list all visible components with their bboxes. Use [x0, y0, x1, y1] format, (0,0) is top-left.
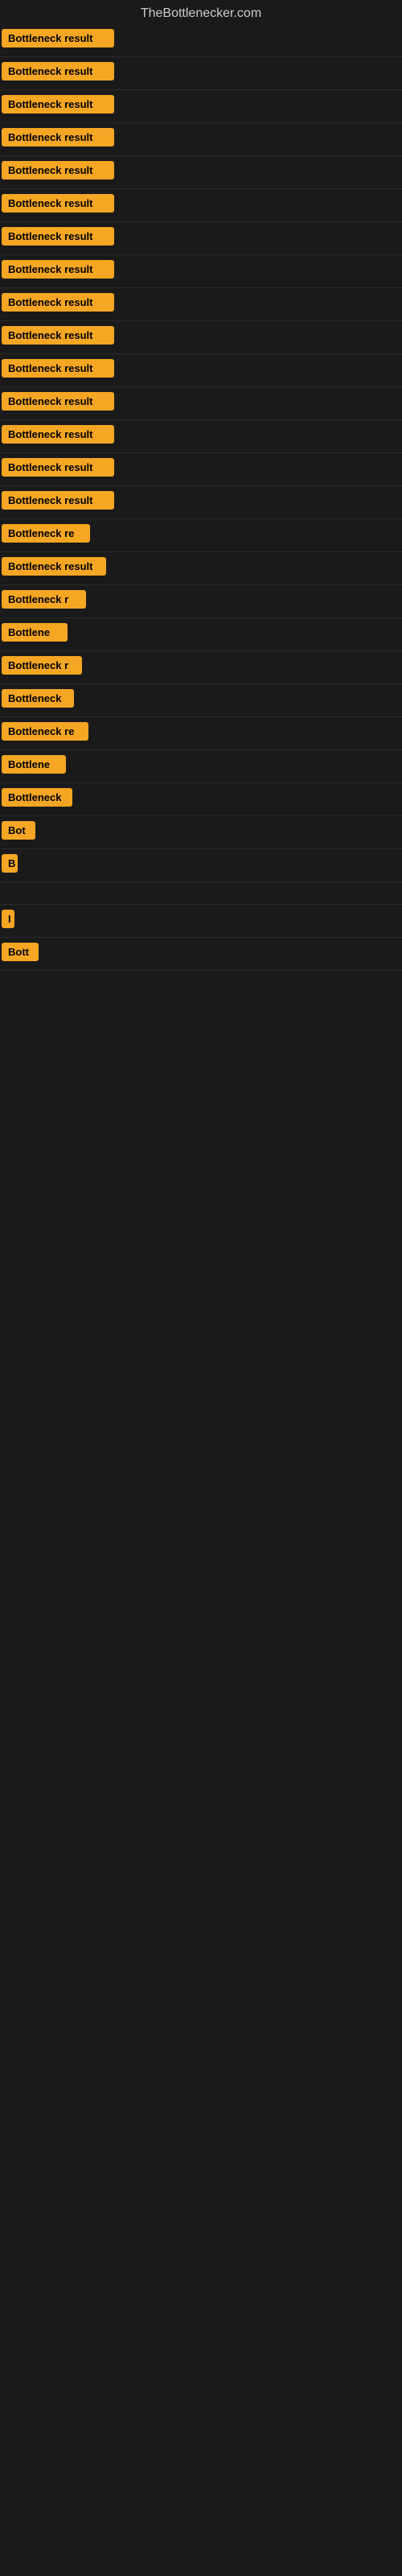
- list-item: Bottleneck result: [0, 123, 402, 156]
- bottleneck-result-badge[interactable]: Bottleneck result: [2, 293, 114, 312]
- list-item: Bottleneck re: [0, 519, 402, 552]
- list-item: Bottleneck result: [0, 552, 402, 585]
- bottleneck-result-badge[interactable]: Bott: [2, 943, 39, 961]
- list-item: Bottleneck result: [0, 420, 402, 453]
- bottleneck-result-badge[interactable]: Bottleneck result: [2, 161, 114, 180]
- bottleneck-result-badge[interactable]: Bottleneck: [2, 689, 74, 708]
- site-title: TheBottlenecker.com: [0, 0, 402, 24]
- bottleneck-result-badge[interactable]: Bottleneck result: [2, 128, 114, 147]
- list-item: Bottleneck result: [0, 189, 402, 222]
- bottleneck-result-badge[interactable]: Bottleneck result: [2, 260, 114, 279]
- bottleneck-result-badge[interactable]: Bottleneck result: [2, 425, 114, 444]
- bottleneck-result-badge[interactable]: Bottleneck result: [2, 62, 114, 80]
- list-item: Bot: [0, 816, 402, 849]
- list-item: Bottleneck r: [0, 585, 402, 618]
- list-item: Bottleneck result: [0, 453, 402, 486]
- bottleneck-result-badge[interactable]: Bottleneck result: [2, 359, 114, 378]
- bottleneck-result-badge[interactable]: Bottleneck result: [2, 95, 114, 114]
- bottleneck-result-badge[interactable]: B: [2, 854, 18, 873]
- list-item: Bottleneck result: [0, 222, 402, 255]
- list-item: Bottleneck re: [0, 717, 402, 750]
- bottleneck-result-badge[interactable]: Bottleneck result: [2, 557, 106, 576]
- list-item: Bottleneck: [0, 783, 402, 816]
- list-item: Bott: [0, 938, 402, 971]
- bottleneck-result-badge[interactable]: Bottleneck r: [2, 656, 82, 675]
- bottleneck-result-badge[interactable]: Bottleneck result: [2, 491, 114, 510]
- list-item: Bottleneck result: [0, 354, 402, 387]
- bottleneck-result-badge[interactable]: Bottleneck r: [2, 590, 86, 609]
- bottleneck-result-badge[interactable]: I: [2, 910, 14, 928]
- list-item: Bottleneck result: [0, 288, 402, 321]
- bottleneck-result-badge[interactable]: Bottleneck re: [2, 722, 88, 741]
- list-item: I: [0, 905, 402, 938]
- list-item: Bottleneck result: [0, 486, 402, 519]
- bottleneck-result-badge[interactable]: Bottlene: [2, 623, 68, 642]
- list-item: Bottleneck result: [0, 321, 402, 354]
- list-item: Bottleneck result: [0, 387, 402, 420]
- bottleneck-result-badge[interactable]: Bottleneck result: [2, 194, 114, 213]
- bottleneck-result-badge[interactable]: Bottleneck result: [2, 326, 114, 345]
- list-item: B: [0, 849, 402, 882]
- bottleneck-result-badge[interactable]: Bot: [2, 821, 35, 840]
- list-item: Bottleneck result: [0, 90, 402, 123]
- list-item: Bottleneck result: [0, 24, 402, 57]
- bottleneck-result-badge[interactable]: Bottleneck result: [2, 29, 114, 47]
- list-item: Bottleneck: [0, 684, 402, 717]
- list-item: Bottleneck result: [0, 156, 402, 189]
- bottleneck-result-badge[interactable]: Bottlene: [2, 755, 66, 774]
- bottleneck-result-badge[interactable]: Bottleneck result: [2, 227, 114, 246]
- site-title-container: TheBottlenecker.com: [0, 0, 402, 24]
- results-list: Bottleneck result Bottleneck result Bottle…: [0, 24, 402, 971]
- bottleneck-result-badge[interactable]: Bottleneck result: [2, 392, 114, 411]
- bottleneck-result-badge[interactable]: Bottleneck re: [2, 524, 90, 543]
- list-item: Bottlene: [0, 750, 402, 783]
- list-item: Bottleneck result: [0, 255, 402, 288]
- list-item: [0, 882, 402, 905]
- list-item: Bottlene: [0, 618, 402, 651]
- bottleneck-result-badge[interactable]: Bottleneck: [2, 788, 72, 807]
- list-item: Bottleneck result: [0, 57, 402, 90]
- list-item: Bottleneck r: [0, 651, 402, 684]
- bottleneck-result-badge[interactable]: Bottleneck result: [2, 458, 114, 477]
